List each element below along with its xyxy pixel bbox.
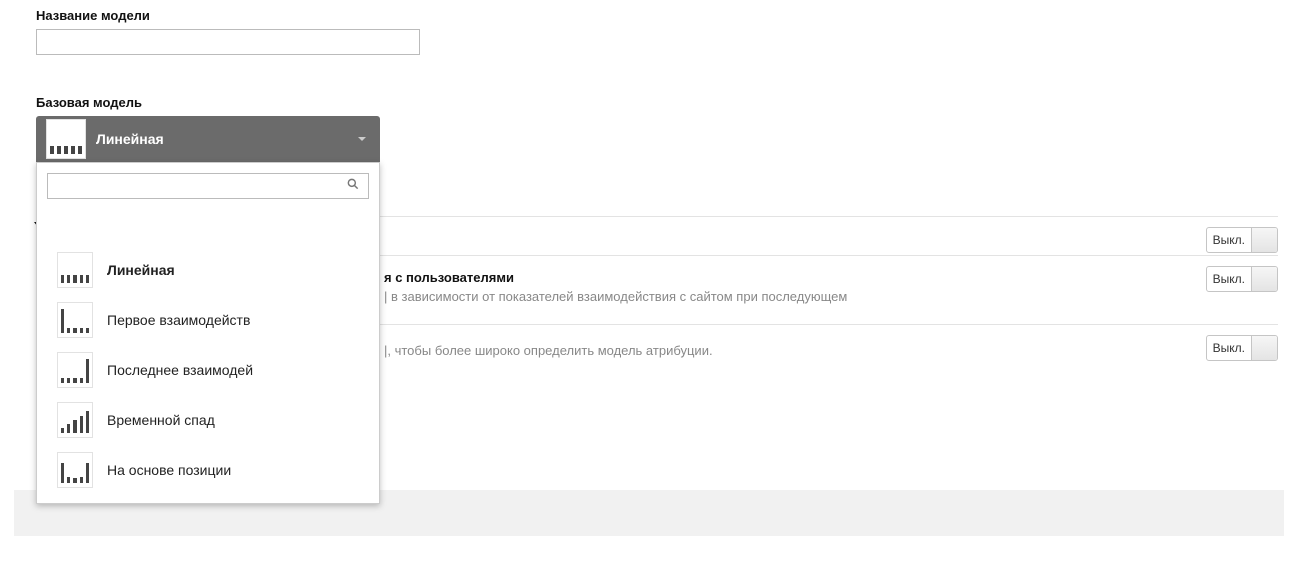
toggle-label: Выкл. — [1207, 341, 1251, 355]
model-name-input[interactable] — [36, 29, 420, 55]
section-toggle-3[interactable]: Выкл. — [1206, 335, 1278, 361]
position-based-model-icon — [57, 452, 93, 488]
section-toggle-1[interactable]: Выкл. — [1206, 227, 1278, 253]
model-name-label: Название модели — [36, 8, 1262, 23]
option-label: Линейная — [107, 262, 175, 278]
toggle-knob — [1251, 228, 1277, 252]
toggle-label: Выкл. — [1207, 272, 1251, 286]
option-label: Временной спад — [107, 412, 215, 428]
toggle-label: Выкл. — [1207, 233, 1251, 247]
dropdown-option-position[interactable]: На основе позиции — [37, 445, 379, 495]
toggle-knob — [1251, 336, 1277, 360]
base-model-dropdown[interactable]: Линейная Линейная — [36, 116, 380, 162]
option-label: Последнее взаимодей — [107, 362, 253, 378]
first-interaction-model-icon — [57, 302, 93, 338]
time-decay-model-icon — [57, 402, 93, 438]
dropdown-option-decay[interactable]: Временной спад — [37, 395, 379, 445]
search-icon — [342, 177, 364, 195]
chevron-down-icon — [358, 137, 366, 141]
dropdown-search-input[interactable] — [52, 177, 342, 196]
dropdown-search[interactable] — [47, 173, 369, 199]
dropdown-option-last[interactable]: Последнее взаимодей — [37, 345, 379, 395]
dropdown-selected-label: Линейная — [96, 131, 358, 147]
base-model-label: Базовая модель — [36, 95, 1262, 110]
dropdown-selected[interactable]: Линейная — [36, 116, 380, 162]
option-label: Первое взаимодейств — [107, 312, 250, 328]
option-label: На основе позиции — [107, 462, 231, 478]
section-toggle-2[interactable]: Выкл. — [1206, 266, 1278, 292]
dropdown-option-linear[interactable]: Линейная — [37, 245, 379, 295]
dropdown-option-first[interactable]: Первое взаимодейств — [37, 295, 379, 345]
linear-model-icon — [57, 252, 93, 288]
last-interaction-model-icon — [57, 352, 93, 388]
linear-model-icon — [46, 119, 86, 159]
toggle-knob — [1251, 267, 1277, 291]
dropdown-panel: Линейная Первое взаимодейств Последнее в… — [36, 162, 380, 504]
